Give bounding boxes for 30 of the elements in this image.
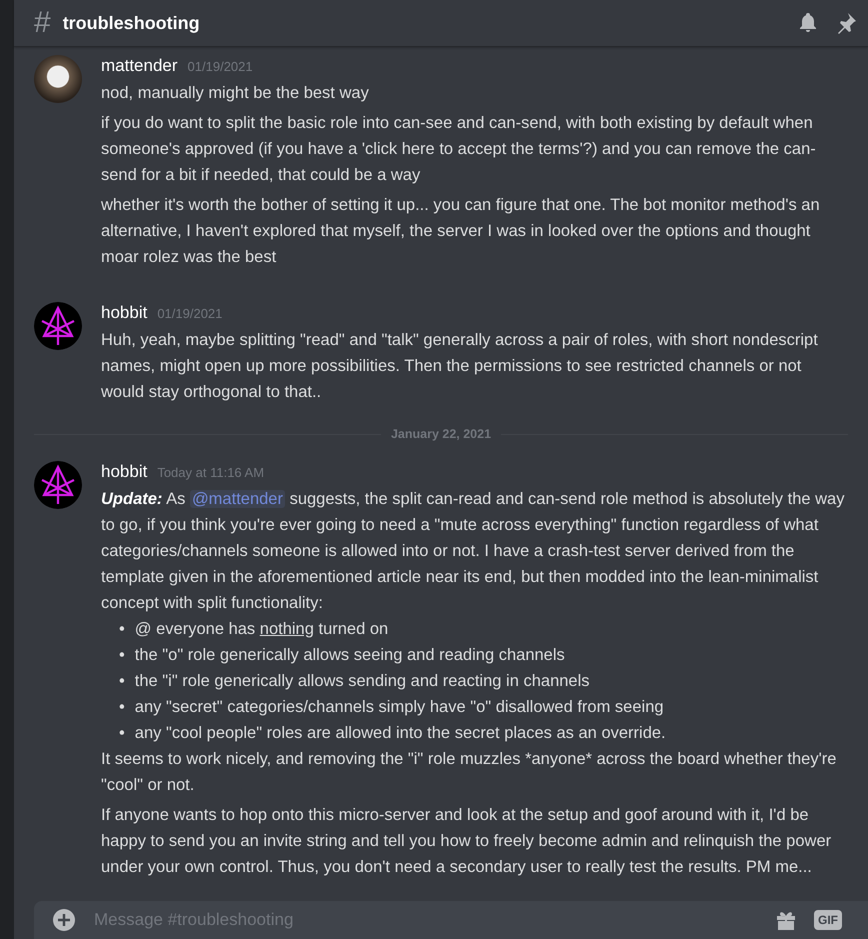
channel-hash: #	[34, 6, 51, 40]
username[interactable]: hobbit	[101, 459, 148, 485]
bullet: •	[119, 723, 125, 744]
list-item: @ everyone has nothing turned on	[134, 619, 388, 640]
message-text: Update: As @mattender suggests, the split can-read and can-send role method is absolutely the way to go, if you think you're ever going to need a "mute across everything" function regardless of what categories/channels someone is allowed into or not. I have a crash-test server derived from the template given in the aforementioned article near its end, but then modded into the lean-minimalist concept with split functionality:	[101, 489, 846, 614]
list-item: the "i" role generically allows sending and reacting in channels	[134, 671, 590, 692]
avatar-triangle-symbol-icon[interactable]	[34, 302, 82, 350]
bullet: •	[119, 671, 125, 692]
message-text: If anyone wants to hop onto this micro-server and look at the setup and goof around with it, I'd be happy to send you an invite string and tell you how to freely become admin and relinquish the power under your own control. Thus, you don't need a secondary user to really test the results. PM me...	[101, 805, 832, 878]
username[interactable]: hobbit	[101, 300, 148, 326]
message-text: nod, manually might be the best way	[101, 83, 370, 104]
timestamp: Today at 11:16 AM	[157, 464, 264, 482]
channel-name: troubleshooting	[62, 12, 201, 34]
message-text: It seems to work nicely, and removing the "i" role muzzles *anyone* across the board whether they're "cool" or not.	[101, 749, 838, 796]
gif-button[interactable]: GIF	[814, 910, 842, 930]
message-text: whether it's worth the bother of setting it up... you can figure that one. The bot monitor method's an alternative, I haven't explored that myself, the server I was in looked over the options and thought moar rolez was the best	[101, 195, 821, 268]
timestamp: 01/19/2021	[157, 305, 222, 323]
avatar-triangle-symbol-icon[interactable]	[34, 461, 82, 509]
date-divider: January 22, 2021	[390, 427, 492, 441]
bullet: •	[119, 697, 125, 718]
list-item: any "cool people" roles are allowed into the secret places as an override.	[134, 723, 666, 744]
list-item: any "secret" categories/channels simply have "o" disallowed from seeing	[134, 697, 664, 718]
bullet: •	[119, 645, 125, 666]
avatar-photo-placeholder[interactable]	[34, 55, 82, 103]
bullet: •	[119, 619, 125, 640]
username[interactable]: mattender	[101, 53, 178, 79]
message-text: Huh, yeah, maybe splitting "read" and "talk" generally across a pair of roles, with short nondescript names, might open up more possibilities. Then the permissions to see restricted channels or not would stay orthogonal to that..	[101, 330, 819, 403]
list-item: the "o" role generically allows seeing and reading channels	[134, 645, 565, 666]
timestamp: 01/19/2021	[188, 58, 253, 76]
plus-icon[interactable]	[52, 908, 76, 932]
